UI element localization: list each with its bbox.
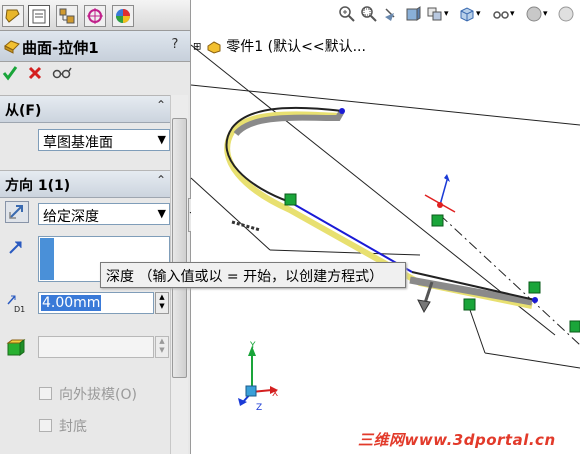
triad-y-label: Y [249,341,256,351]
apply-scene-icon[interactable] [557,5,575,23]
triad-x-label: X [272,389,278,399]
plane-edge-line [269,249,421,256]
model-geometry: Y X Z [190,44,580,413]
zoom-to-fit-icon[interactable] [338,5,356,23]
section-view-icon[interactable] [404,5,422,23]
zoom-area-icon[interactable] [360,5,378,23]
reference-axis-z [439,179,448,206]
heads-up-toolbar: ▾ ▾ ▾ ▾ [330,3,580,27]
relation-handle[interactable] [284,193,297,206]
edit-appearance-icon[interactable] [525,5,543,23]
centerline [439,214,580,346]
hide-show-items-icon[interactable] [492,5,510,23]
previous-view-icon[interactable] [382,5,400,23]
view-orientation-icon[interactable] [426,5,444,23]
part-icon [207,41,221,54]
drag-arrow-icon[interactable] [417,299,431,314]
flyout-tree-item[interactable]: ⊞ 零件1 (默认<<默认... [193,36,366,56]
triad-origin-cube [245,385,257,397]
part-name: 零件1 (默认<<默认... [226,39,366,55]
watermark-text: 三维网www.3dportal.cn [358,431,556,449]
relation-handle[interactable] [431,214,444,227]
display-style-icon[interactable] [458,5,476,23]
triad-z-label: Z [256,403,262,413]
tooltip-text: 深度 （输入值或以 = 开始，以创建方程式） [106,269,384,285]
sketch-endpoint[interactable] [532,297,538,303]
reference-origin [437,202,443,208]
plane-edge-line [484,352,580,369]
relation-handle[interactable] [463,298,476,311]
plane-edge-line [469,309,486,354]
depth-tooltip: 深度 （输入值或以 = 开始，以创建方程式） [100,262,406,288]
sketch-endpoint[interactable] [339,108,345,114]
relation-handle[interactable] [528,281,541,294]
expand-icon[interactable]: ⊞ [193,42,201,53]
relation-handle[interactable] [569,320,580,333]
